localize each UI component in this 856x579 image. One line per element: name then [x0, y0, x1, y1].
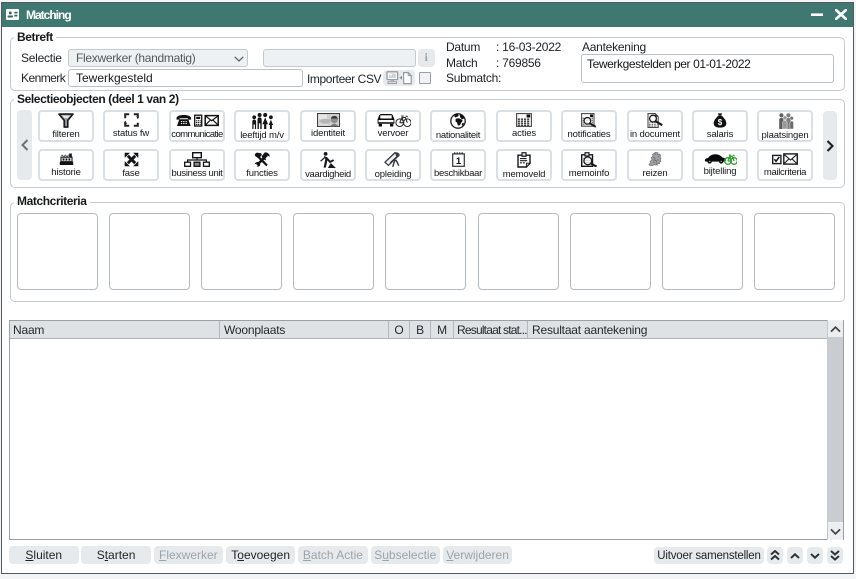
svg-text:$: $ [718, 118, 723, 127]
svg-text:1: 1 [455, 156, 461, 167]
